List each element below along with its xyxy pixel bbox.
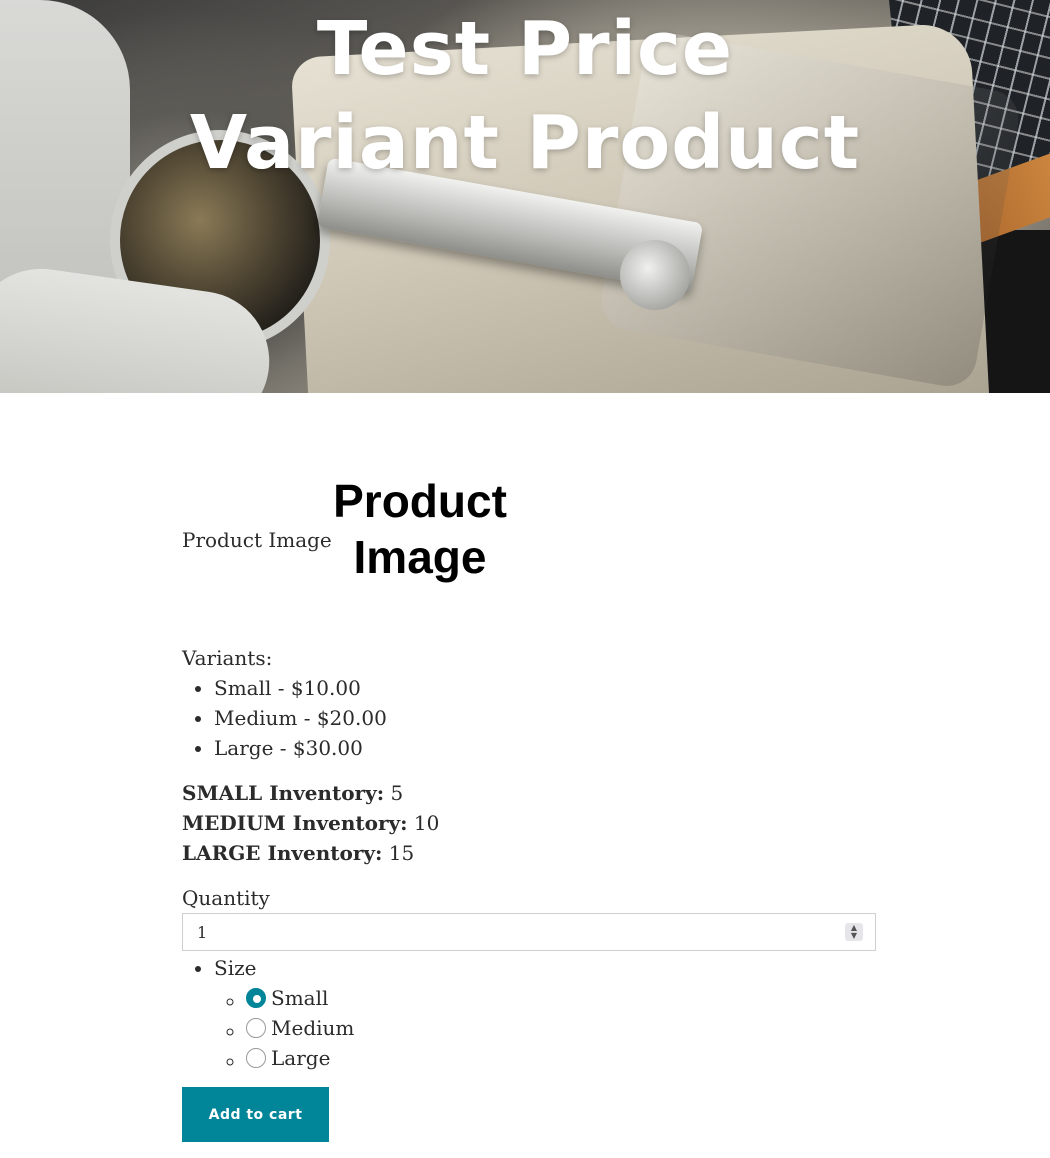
inventory-value: 15 [382,841,415,865]
radio-medium-icon[interactable] [246,1018,266,1038]
inventory-label: SMALL Inventory: [182,781,385,805]
size-option-large[interactable]: Large [246,1043,354,1073]
size-option-medium[interactable]: Medium [246,1013,354,1043]
inventory-row-small: SMALL Inventory: 5 [182,778,439,808]
variants-label: Variants: [182,646,273,670]
variant-item-large: Large - $30.00 [214,733,387,763]
product-image-alt-text: Product Image [182,528,332,552]
inventory-row-medium: MEDIUM Inventory: 10 [182,808,439,838]
size-option-label[interactable]: Medium [271,1013,354,1043]
page-title: Test Price Variant Product [0,2,1050,190]
variant-item-medium: Medium - $20.00 [214,703,387,733]
product-image-placeholder-line-2: Image [353,531,487,583]
size-label: Size [214,956,257,980]
inventory-label: LARGE Inventory: [182,841,383,865]
hero-banner: Test Price Variant Product [0,0,1050,393]
radio-small-checked-icon[interactable] [246,988,266,1008]
page-title-line-2: Variant Product [189,100,861,186]
product-image-placeholder: Product Image [322,473,518,585]
product-image: Product Image Product Image [182,473,582,593]
inventory-value: 5 [384,781,404,805]
size-group: Size Small Medium [214,953,354,1073]
radio-large-icon[interactable] [246,1048,266,1068]
product-image-placeholder-line-1: Product [333,475,507,527]
page-title-line-1: Test Price [316,6,734,92]
variants-list: Small - $10.00 Medium - $20.00 Large - $… [182,673,387,763]
quantity-input[interactable]: 1 ▲ ▼ [182,913,876,951]
size-radio-list: Small Medium Large [214,983,354,1073]
quantity-value[interactable]: 1 [197,923,207,942]
inventory-label: MEDIUM Inventory: [182,811,408,835]
size-option-label[interactable]: Large [271,1043,330,1073]
inventory-section: SMALL Inventory: 5 MEDIUM Inventory: 10 … [182,778,439,868]
quantity-label: Quantity [182,886,270,910]
inventory-row-large: LARGE Inventory: 15 [182,838,439,868]
quantity-stepper[interactable]: ▲ ▼ [845,923,863,941]
handrail-knob-image [620,240,690,310]
add-to-cart-button[interactable]: Add to cart [182,1087,329,1142]
size-option-label[interactable]: Small [271,983,328,1013]
variants-section: Variants: Small - $10.00 Medium - $20.00… [182,643,387,763]
variant-item-small: Small - $10.00 [214,673,387,703]
stepper-down-icon[interactable]: ▼ [851,932,857,940]
inventory-value: 10 [407,811,440,835]
size-options: Size Small Medium [182,953,354,1073]
size-outer-list: Size Small Medium [182,953,354,1073]
size-option-small[interactable]: Small [246,983,354,1013]
